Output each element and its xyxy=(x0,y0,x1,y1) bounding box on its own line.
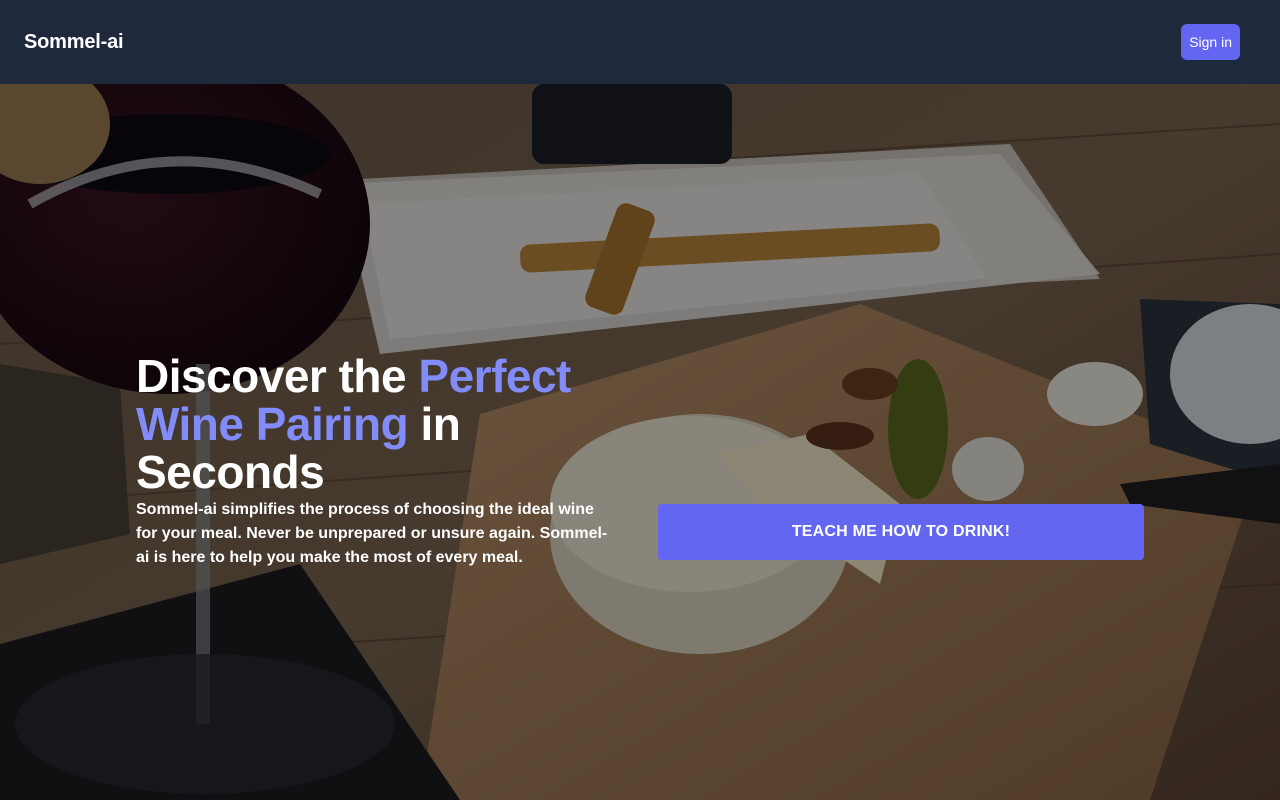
top-navbar: Sommel-ai Sign in xyxy=(0,0,1280,84)
brand-logo[interactable]: Sommel-ai xyxy=(24,31,124,54)
hero-content: Discover the Perfect Wine Pairing in Sec… xyxy=(136,352,616,570)
hero-headline: Discover the Perfect Wine Pairing in Sec… xyxy=(136,352,616,496)
headline-part-1: Discover the xyxy=(136,350,419,402)
sign-in-button[interactable]: Sign in xyxy=(1181,24,1240,60)
hero-description: Sommel-ai simplifies the process of choo… xyxy=(136,501,608,566)
hero-section: Discover the Perfect Wine Pairing in Sec… xyxy=(0,84,1280,800)
teach-me-cta-button[interactable]: TEACH ME HOW TO DRINK! xyxy=(658,504,1144,560)
